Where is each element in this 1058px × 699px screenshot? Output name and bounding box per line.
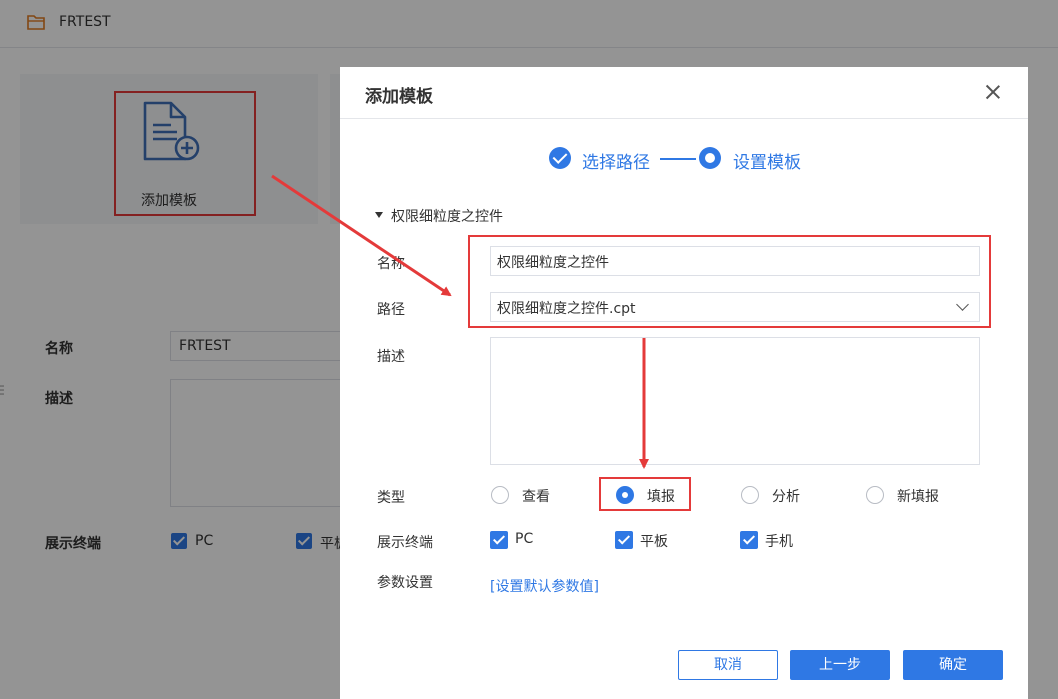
step-1-label: 选择路径 bbox=[582, 153, 650, 173]
set-default-params-link[interactable]: [设置默认参数值] bbox=[490, 576, 599, 596]
dialog-header: 添加模板 bbox=[340, 67, 1028, 119]
radio-analysis[interactable] bbox=[741, 486, 759, 504]
checkbox-pc-label: PC bbox=[515, 531, 534, 547]
section-header[interactable]: 权限细粒度之控件 bbox=[375, 206, 503, 226]
annotation-box-fill-type bbox=[599, 477, 691, 511]
cancel-button[interactable]: 取消 bbox=[678, 650, 778, 680]
confirm-button[interactable]: 确定 bbox=[903, 650, 1003, 680]
path-select[interactable]: 权限细粒度之控件.cpt bbox=[490, 292, 980, 322]
radio-fill[interactable] bbox=[616, 486, 634, 504]
desc-textarea[interactable] bbox=[490, 337, 980, 465]
terminal-label: 展示终端 bbox=[377, 535, 433, 551]
name-input[interactable]: 权限细粒度之控件 bbox=[490, 246, 980, 276]
checkbox-mobile-label: 手机 bbox=[765, 534, 793, 550]
step-done-check-icon bbox=[549, 147, 571, 169]
path-label: 路径 bbox=[377, 302, 405, 318]
step-current-icon bbox=[699, 147, 721, 169]
radio-new-fill[interactable] bbox=[866, 486, 884, 504]
name-label: 名称 bbox=[377, 256, 405, 272]
close-icon[interactable] bbox=[984, 83, 1002, 101]
radio-new-fill-label: 新填报 bbox=[897, 489, 939, 505]
checkbox-tablet[interactable] bbox=[615, 531, 633, 549]
checkbox-pc[interactable] bbox=[490, 531, 508, 549]
param-label: 参数设置 bbox=[377, 575, 433, 591]
radio-analysis-label: 分析 bbox=[772, 489, 800, 505]
path-value: 权限细粒度之控件.cpt bbox=[497, 301, 636, 317]
section-title: 权限细粒度之控件 bbox=[391, 209, 503, 225]
step-indicator: 选择路径 设置模板 bbox=[549, 147, 849, 173]
caret-down-icon bbox=[375, 212, 383, 218]
chevron-down-icon bbox=[956, 298, 969, 311]
checkbox-mobile[interactable] bbox=[740, 531, 758, 549]
radio-view-label: 查看 bbox=[522, 489, 550, 505]
type-label: 类型 bbox=[377, 490, 405, 506]
radio-fill-label: 填报 bbox=[647, 489, 675, 505]
step-connector bbox=[660, 158, 696, 160]
desc-label: 描述 bbox=[377, 349, 405, 365]
checkbox-tablet-label: 平板 bbox=[640, 534, 668, 550]
radio-view[interactable] bbox=[491, 486, 509, 504]
add-template-dialog: 添加模板 选择路径 设置模板 权限细粒度之控件 名称 权限细粒度之控件 路径 权… bbox=[340, 67, 1028, 699]
step-2-label: 设置模板 bbox=[733, 153, 801, 173]
prev-step-button[interactable]: 上一步 bbox=[790, 650, 890, 680]
dialog-title: 添加模板 bbox=[365, 87, 433, 107]
